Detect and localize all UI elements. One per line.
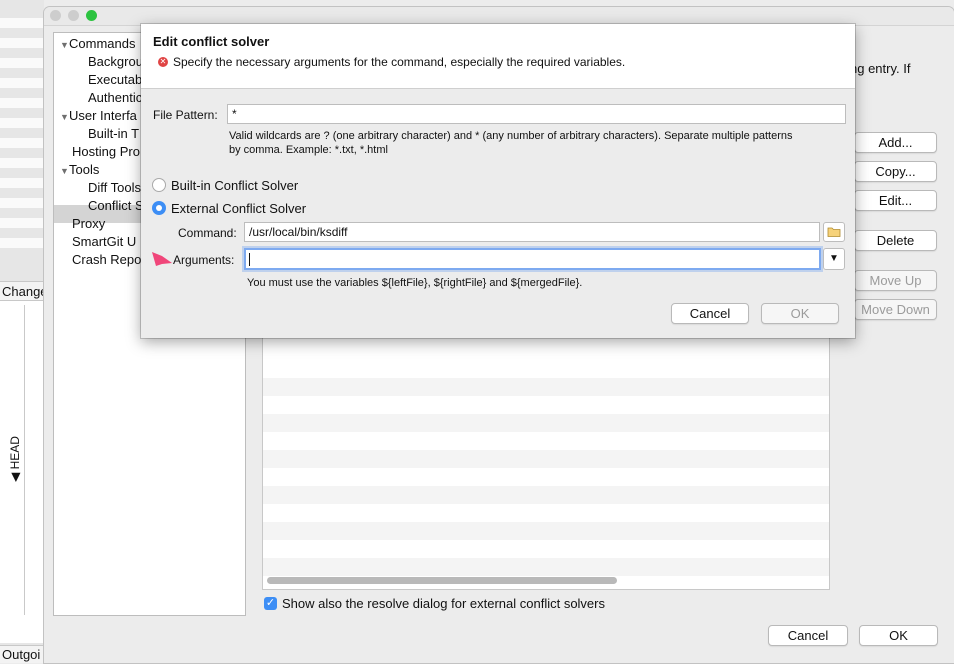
- tree-item-hosting-providers[interactable]: Hosting Pro: [72, 143, 140, 161]
- tree-item-label: Conflict S: [88, 198, 144, 213]
- table-row[interactable]: [263, 486, 829, 504]
- list-stripe: [0, 218, 44, 228]
- external-solver-label[interactable]: External Conflict Solver: [171, 201, 306, 216]
- arguments-label: Arguments:: [173, 253, 235, 267]
- edit-conflict-solver-dialog: Edit conflict solver ✕ Specify the neces…: [141, 24, 855, 338]
- close-window-icon[interactable]: [50, 10, 61, 21]
- list-stripe: [0, 18, 44, 28]
- tree-item-user-interface[interactable]: ▼User Interfa: [60, 107, 137, 125]
- wildcard-hint-line-2: by comma. Example: *.txt, *.html: [229, 144, 388, 156]
- outgoing-view-header[interactable]: Outgoi: [0, 645, 44, 663]
- move-down-button[interactable]: Move Down: [854, 299, 937, 320]
- arguments-dropdown-button[interactable]: ▼: [823, 248, 845, 270]
- copy-button[interactable]: Copy...: [854, 161, 937, 182]
- tree-item-background[interactable]: Backgrou: [88, 53, 143, 71]
- show-resolve-checkbox[interactable]: ✓: [264, 597, 277, 610]
- head-label: HEAD: [7, 436, 22, 470]
- text-caret: [249, 253, 250, 266]
- graph-line: [24, 305, 25, 615]
- expand-triangle-icon[interactable]: ▼: [60, 36, 69, 54]
- list-stripe: [0, 58, 44, 68]
- tree-item-conflict-solvers[interactable]: Conflict S: [88, 197, 144, 215]
- arguments-input[interactable]: [244, 248, 821, 270]
- external-solver-radio[interactable]: [152, 201, 166, 215]
- tree-item-label: Crash Repo: [72, 252, 142, 267]
- wildcard-hint-line-1: Valid wildcards are ? (one arbitrary cha…: [229, 130, 793, 142]
- annotation-arrow-icon: [152, 252, 172, 266]
- dialog-cancel-button[interactable]: Cancel: [671, 303, 749, 324]
- command-label: Command:: [178, 226, 237, 240]
- tree-item-label: Executab: [88, 72, 143, 87]
- table-row[interactable]: [263, 414, 829, 432]
- changes-view: [0, 301, 45, 643]
- head-arrow-icon: ◀: [7, 472, 22, 482]
- minimize-window-icon[interactable]: [68, 10, 79, 21]
- tree-item-executables[interactable]: Executab: [88, 71, 142, 89]
- zoom-window-icon[interactable]: [86, 10, 97, 21]
- delete-button[interactable]: Delete: [854, 230, 937, 251]
- page-description: ng entry. If: [850, 61, 911, 76]
- tree-item-diff-tools[interactable]: Diff Tools: [88, 179, 141, 197]
- variables-hint: You must use the variables ${leftFile}, …: [247, 277, 583, 289]
- prefs-ok-button[interactable]: OK: [859, 625, 938, 646]
- tree-item-label: SmartGit U: [72, 234, 137, 249]
- move-up-button[interactable]: Move Up: [854, 270, 937, 291]
- list-stripe: [0, 138, 44, 148]
- changes-view-header[interactable]: Change: [0, 281, 48, 301]
- add-button[interactable]: Add...: [854, 132, 937, 153]
- command-input[interactable]: /usr/local/bin/ksdiff: [244, 222, 820, 242]
- dialog-header: Edit conflict solver ✕ Specify the neces…: [141, 24, 855, 89]
- table-row[interactable]: [263, 522, 829, 540]
- prefs-cancel-button[interactable]: Cancel: [768, 625, 848, 646]
- tree-item-tools[interactable]: ▼Tools: [60, 161, 99, 179]
- edit-button[interactable]: Edit...: [854, 190, 937, 211]
- tree-item-built-in-text[interactable]: Built-in T: [88, 125, 139, 143]
- show-resolve-label[interactable]: Show also the resolve dialog for externa…: [282, 596, 605, 611]
- list-stripe: [0, 118, 44, 128]
- list-stripe: [0, 158, 44, 168]
- expand-triangle-icon[interactable]: ▼: [60, 108, 69, 126]
- tree-item-proxy[interactable]: Proxy: [72, 215, 105, 233]
- tree-item-crash-reporting[interactable]: Crash Repo: [72, 251, 141, 269]
- file-pattern-input[interactable]: *: [227, 104, 846, 124]
- builtin-solver-label[interactable]: Built-in Conflict Solver: [171, 178, 298, 193]
- table-row[interactable]: [263, 378, 829, 396]
- tree-item-smartgit-updates[interactable]: SmartGit U: [72, 233, 136, 251]
- horizontal-scrollbar[interactable]: [267, 577, 617, 584]
- list-stripe: [0, 78, 44, 88]
- tree-item-label: Tools: [69, 162, 100, 177]
- branch-label: ◀ HEAD: [8, 436, 22, 482]
- tree-item-label: User Interfa: [69, 108, 137, 123]
- chevron-down-icon: ▼: [829, 253, 839, 264]
- folder-icon: [827, 227, 841, 237]
- error-message: Specify the necessary arguments for the …: [173, 55, 626, 69]
- conflict-solvers-table[interactable]: [262, 332, 830, 590]
- tree-item-label: Built-in T: [88, 126, 140, 141]
- tree-item-label: Diff Tools: [88, 180, 141, 195]
- expand-triangle-icon[interactable]: ▼: [60, 162, 69, 180]
- tree-item-label: Backgrou: [88, 54, 143, 69]
- tree-item-authentication[interactable]: Authentic: [88, 89, 142, 107]
- list-stripe: [0, 198, 44, 208]
- table-row[interactable]: [263, 450, 829, 468]
- error-icon: ✕: [158, 57, 168, 67]
- tree-item-label: Authentic: [88, 90, 143, 105]
- tree-item-label: Commands: [69, 36, 136, 51]
- builtin-solver-radio[interactable]: [152, 178, 166, 192]
- tree-item-commands[interactable]: ▼Commands: [60, 35, 135, 53]
- table-row[interactable]: [263, 558, 829, 576]
- dialog-title: Edit conflict solver: [153, 34, 270, 49]
- file-pattern-label: File Pattern:: [153, 108, 218, 122]
- tree-item-label: Proxy: [72, 216, 106, 231]
- browse-folder-button[interactable]: [823, 222, 845, 242]
- dialog-ok-button[interactable]: OK: [761, 303, 839, 324]
- list-stripe: [0, 178, 44, 188]
- list-stripe: [0, 98, 44, 108]
- list-stripe: [0, 38, 44, 48]
- list-stripe: [0, 238, 44, 248]
- tree-item-label: Hosting Pro: [72, 144, 140, 159]
